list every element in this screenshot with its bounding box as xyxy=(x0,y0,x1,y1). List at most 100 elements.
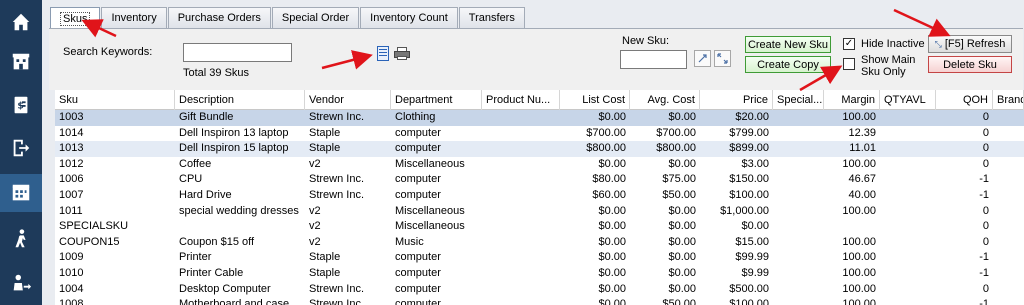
table-cell xyxy=(880,141,936,157)
tab-inventory-count[interactable]: Inventory Count xyxy=(360,7,458,28)
table-row[interactable]: 1007 Hard Drive Strewn Inc. computer $60.00 $… xyxy=(55,188,1024,204)
column-header[interactable]: List Cost xyxy=(560,90,630,110)
table-cell: 0 xyxy=(982,111,989,123)
table-cell xyxy=(773,157,824,173)
user-transfer-icon[interactable] xyxy=(0,264,42,302)
table-cell xyxy=(773,266,824,282)
table-cell: 0 xyxy=(982,235,989,248)
new-sku-label: New Sku: xyxy=(622,35,670,47)
table-row[interactable]: SPECIALSKU v2 Miscellaneous $0.00 $0.00 $0.00… xyxy=(55,219,1024,235)
home-icon[interactable] xyxy=(0,3,42,41)
table-row[interactable]: COUPON15 Coupon $15 off v2 Music $0.00 $0.00 $… xyxy=(55,235,1024,251)
table-row[interactable]: 1010 Printer Cable Staple computer $0.00 $0.0… xyxy=(55,266,1024,282)
refresh-button[interactable]: ⤡ [F5] Refresh xyxy=(928,35,1012,53)
tab-bar: Skus Inventory Purchase Orders Special O… xyxy=(50,7,526,29)
column-header[interactable]: Vendor xyxy=(305,90,391,110)
table-cell: $150.00 xyxy=(729,173,769,186)
table-cell: $0.00 xyxy=(668,235,696,248)
column-header[interactable]: Special... xyxy=(773,90,824,110)
store-icon[interactable] xyxy=(0,43,42,81)
sku-grid: Sku Description Vendor Department Product Nu… xyxy=(55,90,1024,305)
print-icon[interactable] xyxy=(394,47,410,60)
table-cell: Miscellaneous xyxy=(395,157,465,170)
table-cell: -1 xyxy=(979,266,989,279)
delete-sku-button[interactable]: Delete Sku xyxy=(928,56,1012,73)
table-cell: 100.00 xyxy=(842,157,876,170)
hide-inactive-checkbox[interactable]: ✓ xyxy=(843,38,855,50)
table-cell: Strewn Inc. xyxy=(309,282,365,295)
table-cell: $0.00 xyxy=(598,235,626,248)
table-cell: computer xyxy=(395,173,441,186)
person-walk-icon[interactable] xyxy=(0,220,42,258)
column-header[interactable]: QTYAVL xyxy=(880,90,936,110)
sidebar: $ xyxy=(0,0,42,305)
table-cell xyxy=(993,250,1024,266)
table-cell xyxy=(482,219,560,235)
table-cell: computer xyxy=(395,298,441,305)
table-row[interactable]: 1008 Motherboard and case Strewn Inc. compu… xyxy=(55,297,1024,305)
table-cell: 0 xyxy=(982,126,989,139)
table-cell xyxy=(880,110,936,126)
column-header[interactable]: Department xyxy=(391,90,482,110)
table-cell: Dell Inspiron 13 laptop xyxy=(179,126,289,139)
search-input[interactable] xyxy=(183,43,292,62)
table-row[interactable]: 1014 Dell Inspiron 13 laptop Staple compute… xyxy=(55,126,1024,142)
table-cell: 1004 xyxy=(59,282,84,295)
tab-inventory[interactable]: Inventory xyxy=(101,7,167,28)
price-tag-icon[interactable]: $ xyxy=(0,86,42,124)
table-cell: $60.00 xyxy=(592,188,626,201)
table-cell: -1 xyxy=(979,251,989,264)
tab-special-order[interactable]: Special Order xyxy=(271,7,360,28)
column-header[interactable]: Brand xyxy=(993,90,1024,110)
new-sku-input[interactable] xyxy=(620,50,687,69)
table-cell xyxy=(482,172,560,188)
table-row[interactable]: 1011 special wedding dresses v2 Miscellaneo… xyxy=(55,204,1024,220)
column-header[interactable]: Price xyxy=(700,90,773,110)
table-cell: $3.00 xyxy=(741,157,769,170)
table-cell: Strewn Inc. xyxy=(309,298,365,305)
table-row[interactable]: 1003 Gift Bundle Strewn Inc. Clothing $0.00 $… xyxy=(55,110,1024,126)
column-header[interactable]: Product Nu... xyxy=(482,90,560,110)
table-cell: CPU xyxy=(179,173,203,186)
table-cell: 0 xyxy=(982,220,989,233)
table-cell: 100.00 xyxy=(842,204,876,217)
table-cell: Motherboard and case xyxy=(179,298,290,305)
tab-purchase-orders[interactable]: Purchase Orders xyxy=(167,7,271,28)
table-cell: $1,000.00 xyxy=(720,204,769,217)
create-copy-button[interactable]: Create Copy xyxy=(745,56,831,73)
create-new-sku-button[interactable]: Create New Sku xyxy=(745,36,831,53)
logout-icon[interactable] xyxy=(0,129,42,167)
table-cell: 1006 xyxy=(59,173,84,186)
table-cell: v2 xyxy=(309,204,321,217)
table-cell: Clothing xyxy=(395,111,436,123)
table-row[interactable]: 1012 Coffee v2 Miscellaneous $0.00 $0.00 $3.00… xyxy=(55,157,1024,173)
expand-icon[interactable] xyxy=(714,50,731,67)
table-cell: 1008 xyxy=(59,298,84,305)
export-icon[interactable] xyxy=(377,46,389,61)
table-cell xyxy=(880,266,936,282)
column-header[interactable]: Margin xyxy=(824,90,880,110)
table-cell: 0 xyxy=(982,204,989,217)
table-cell: special wedding dresses xyxy=(179,204,299,217)
table-row[interactable]: 1013 Dell Inspiron 15 laptop Staple compute… xyxy=(55,141,1024,157)
inventory-icon[interactable] xyxy=(0,174,42,212)
table-row[interactable]: 1006 CPU Strewn Inc. computer $80.00 $75.00 $1… xyxy=(55,172,1024,188)
table-cell: 12.39 xyxy=(848,126,876,139)
table-cell: $100.00 xyxy=(729,188,769,201)
column-header[interactable]: Description xyxy=(175,90,305,110)
show-main-sku-checkbox[interactable] xyxy=(843,58,855,70)
column-header[interactable]: Avg. Cost xyxy=(630,90,700,110)
tab-skus[interactable]: Skus xyxy=(50,7,101,29)
column-header[interactable]: Sku xyxy=(55,90,175,110)
table-cell xyxy=(482,250,560,266)
tab-transfers[interactable]: Transfers xyxy=(458,7,525,28)
column-header[interactable]: QOH xyxy=(936,90,993,110)
generate-sku-icon[interactable] xyxy=(694,50,711,67)
table-cell: 100.00 xyxy=(842,282,876,295)
table-cell xyxy=(482,157,560,173)
table-cell: $0.00 xyxy=(598,266,626,279)
table-cell xyxy=(993,188,1024,204)
table-row[interactable]: 1009 Printer Staple computer $0.00 $0.00 $99.9… xyxy=(55,250,1024,266)
table-row[interactable]: 1004 Desktop Computer Strewn Inc. computer $… xyxy=(55,282,1024,298)
table-cell xyxy=(773,235,824,251)
